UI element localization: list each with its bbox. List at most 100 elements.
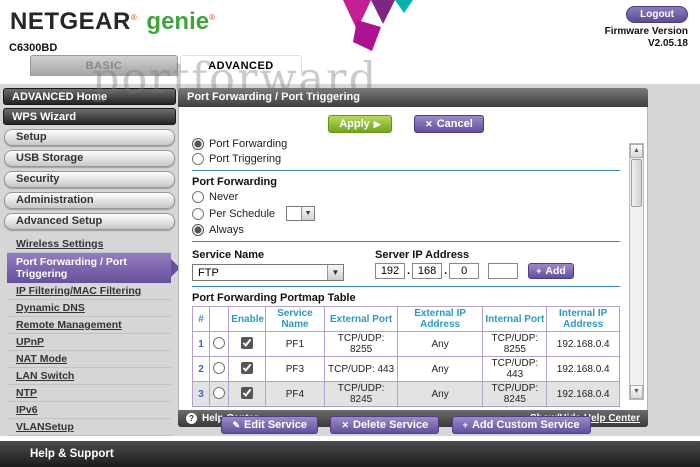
radio-port-triggering-input[interactable]	[192, 153, 204, 166]
page-title: Port Forwarding / Port Triggering	[178, 88, 648, 107]
sidebar-item-nat-mode[interactable]: NAT Mode	[7, 351, 171, 368]
col-header-enable: Enable	[228, 306, 266, 333]
cell-external-ip: Any	[396, 356, 484, 383]
table-row: 1 PF1 TCP/UDP: 8255 Any TCP/UDP: 8255 19…	[191, 331, 620, 358]
sidebar-item-vlan-setup[interactable]: VLANSetup	[7, 419, 171, 436]
scrollbar-thumb[interactable]	[631, 159, 642, 207]
radio-per-schedule[interactable]: Per Schedule ▼	[192, 206, 620, 222]
ip-octet-2[interactable]	[412, 263, 443, 280]
delete-service-button[interactable]: ✕ Delete Service	[330, 416, 440, 435]
radio-always-input[interactable]	[192, 224, 204, 237]
sidebar-item-administration[interactable]: Administration	[4, 192, 175, 209]
col-header-internal-port: Internal Port	[482, 306, 548, 333]
sidebar-item-usb-storage[interactable]: USB Storage	[4, 150, 175, 167]
edit-service-label: Edit Service	[244, 419, 307, 432]
row-enable-checkbox[interactable]	[240, 361, 253, 374]
scroll-down-icon[interactable]: ▼	[630, 385, 643, 399]
sidebar-item-ipv6[interactable]: IPv6	[7, 402, 171, 419]
apply-button[interactable]: Apply ▶	[328, 115, 392, 133]
portmap-table: # Enable Service Name External Port Exte…	[191, 306, 620, 408]
radio-port-forwarding[interactable]: Port Forwarding	[192, 138, 620, 151]
sidebar-item-ntp[interactable]: NTP	[7, 385, 171, 402]
row-enable-checkbox[interactable]	[240, 336, 253, 349]
logout-button[interactable]: Logout	[626, 6, 688, 23]
section-label-port-forwarding: Port Forwarding	[192, 176, 277, 189]
radio-port-forwarding-label: Port Forwarding	[209, 138, 288, 151]
radio-per-schedule-input[interactable]	[192, 207, 204, 220]
table-actions-row: ✎ Edit Service ✕ Delete Service + Add Cu…	[192, 416, 620, 435]
radio-always[interactable]: Always	[192, 224, 620, 237]
sidebar-item-upnp[interactable]: UPnP	[7, 334, 171, 351]
apply-cancel-row: Apply ▶ ✕ Cancel	[192, 115, 620, 133]
sidebar-item-port-forwarding[interactable]: Port Forwarding / Port Triggering	[7, 253, 180, 283]
sidebar-item-dynamic-dns[interactable]: Dynamic DNS	[7, 300, 171, 317]
divider	[192, 241, 620, 243]
server-ip-label: Server IP Address	[375, 249, 470, 262]
sidebar-item-advanced-setup[interactable]: Advanced Setup	[4, 213, 175, 230]
sidebar-item-setup[interactable]: Setup	[4, 129, 175, 146]
scroll-up-icon[interactable]: ▲	[630, 144, 643, 158]
col-header-num: #	[191, 306, 211, 333]
col-header-select	[209, 306, 230, 333]
row-select-radio[interactable]	[213, 361, 226, 374]
x-icon: ✕	[341, 420, 349, 431]
scrollbar[interactable]: ▲ ▼	[629, 143, 644, 400]
server-ip-inputs: . . + Add	[375, 263, 574, 280]
plus-icon: +	[536, 266, 542, 277]
firmware-version: Firmware Version V2.05.18	[605, 26, 688, 50]
radio-port-forwarding-input[interactable]	[192, 138, 204, 151]
sidebar-item-wireless-settings[interactable]: Wireless Settings	[7, 236, 171, 253]
service-name-select[interactable]: FTP ▼	[192, 264, 344, 282]
sidebar-item-security[interactable]: Security	[4, 171, 175, 188]
apply-label: Apply	[339, 118, 370, 130]
header: NETGEAR® genie® Logout Firmware Version …	[0, 0, 700, 84]
cell-internal-port: TCP/UDP: 8245	[482, 381, 548, 408]
row-select-radio[interactable]	[213, 336, 226, 349]
sidebar-item-wps-wizard[interactable]: WPS Wizard	[3, 108, 176, 125]
genie-arrows-graphic	[343, 0, 413, 51]
netgear-genie-logo: NETGEAR® genie®	[10, 8, 215, 36]
cell-external-port: TCP/UDP: 8255	[324, 331, 398, 358]
col-header-external-port: External Port	[324, 306, 398, 333]
col-header-external-ip: External IP Address	[396, 306, 484, 333]
service-name-value: FTP	[198, 266, 219, 279]
row-number: 2	[191, 356, 211, 383]
firmware-version-label: Firmware Version	[604, 26, 688, 37]
play-icon: ▶	[373, 119, 381, 129]
sidebar-item-advanced-home[interactable]: ADVANCED Home	[3, 88, 176, 105]
radio-port-triggering[interactable]: Port Triggering	[192, 153, 620, 166]
sidebar-item-ip-filtering[interactable]: IP Filtering/MAC Filtering	[7, 283, 171, 300]
cell-internal-ip: 192.168.0.4	[546, 381, 620, 408]
ip-octet-1[interactable]	[375, 263, 405, 280]
cell-external-ip: Any	[396, 381, 484, 408]
cell-internal-ip: 192.168.0.4	[546, 331, 620, 358]
per-schedule-select[interactable]: ▼	[286, 206, 316, 222]
chevron-down-icon: ▼	[327, 265, 343, 281]
ip-octet-3[interactable]	[449, 263, 480, 280]
firmware-version-value: V2.05.18	[647, 38, 688, 49]
service-name-group: Service Name FTP ▼	[192, 247, 375, 282]
cell-service-name: PF4	[264, 381, 326, 408]
edit-service-button[interactable]: ✎ Edit Service	[221, 416, 318, 435]
delete-service-label: Delete Service	[353, 419, 429, 432]
tab-basic[interactable]: BASIC	[30, 55, 178, 76]
add-label: Add	[545, 265, 566, 278]
radio-never[interactable]: Never	[192, 191, 620, 204]
add-button[interactable]: + Add	[528, 263, 574, 280]
pencil-icon: ✎	[232, 420, 241, 431]
radio-never-label: Never	[209, 191, 239, 204]
ip-octet-4[interactable]	[488, 263, 519, 280]
tab-advanced[interactable]: ADVANCED	[180, 55, 302, 76]
sidebar-item-lan-switch[interactable]: LAN Switch	[7, 368, 171, 385]
model-label: C6300BD	[9, 42, 58, 54]
sidebar-item-remote-management[interactable]: Remote Management	[7, 317, 171, 334]
brand-netgear: NETGEAR	[10, 8, 131, 35]
sidebar: ADVANCED Home WPS Wizard Setup USB Stora…	[3, 88, 180, 436]
add-custom-service-button[interactable]: + Add Custom Service	[451, 416, 591, 435]
cancel-button[interactable]: ✕ Cancel	[414, 115, 484, 133]
cell-service-name: PF1	[264, 331, 326, 358]
row-select-radio[interactable]	[213, 386, 226, 399]
row-enable-checkbox[interactable]	[240, 386, 253, 399]
portmap-table-title: Port Forwarding Portmap Table	[192, 292, 356, 305]
radio-never-input[interactable]	[192, 191, 204, 204]
